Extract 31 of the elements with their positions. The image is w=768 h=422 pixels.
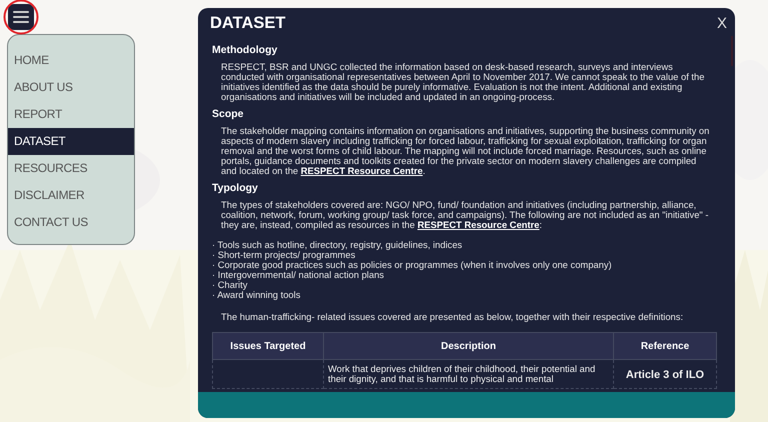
paragraph: The types of stakeholders covered are: NGO/ NPO, fund/ foundation and initiatives (including partnership, alliance, coalition, network, forum, working group/ task force, and campaigns). The following are not included as an "initiative" - they are, instead, compiled as resources in the RESPECT Resource Centre: — [221, 200, 710, 230]
list-item: · Short-term projects/ programmes — [212, 250, 356, 260]
paragraph: RESPECT, BSR and UNGC collected the information based on desk-based research, surveys and interviews conducted with organisational representatives between April to November 2017. We cannot speak to the value of the initiatives identified as the data should be purely informative. Evaluation is not the intent. Additional and existing organisations and initiatives will be included and updated in an ongoing-process. — [221, 62, 706, 102]
table-cell: Article 3 of ILO — [614, 360, 716, 388]
menu-button[interactable] — [8, 4, 34, 30]
menu-item[interactable]: RESOURCES — [8, 155, 134, 182]
list-item: · Tools such as hotline, directory, registry, guidelines, indices — [212, 240, 464, 250]
column-header: Description — [324, 332, 614, 360]
list-item: · Intergovernmental/ national action plans — [212, 270, 384, 280]
dialog-title: DATASET — [210, 14, 286, 32]
paragraph: The stakeholder mapping contains information on organisations and initiatives, supporting the business community on aspects of modern slavery including trafficking for forced labour, trafficking for sexual exploitation, trafficking for organ removal and the worst forms of child labour. The mapping will not include forced marriage. Resources, such as online portals, guidance documents and toolkits created for the private sector on modern slavery challenges are compiled and located on the RESPECT Resource Centre. — [221, 126, 710, 176]
column-header: Issues Targeted — [212, 332, 324, 360]
paragraph: The human-trafficking- related issues covered are presented as below, together with their respective definitions: — [221, 312, 684, 322]
menu-item[interactable]: CONTACT US — [8, 209, 134, 236]
section-heading: Typology — [212, 182, 259, 194]
menu-item[interactable]: ABOUT US — [8, 74, 134, 101]
menu-item[interactable]: REPORT — [8, 101, 134, 128]
menu-icon — [13, 11, 29, 23]
resource-centre-link[interactable]: RESPECT Resource Centre — [417, 219, 540, 230]
table-cell: Work that deprives children of their childhood, their potential and their dignity, and that is harmful to physical and mental — [324, 360, 614, 388]
list-item: · Corporate good practices such as policies or programmes (when it involves only one company) — [212, 260, 613, 270]
close-button[interactable]: X — [714, 14, 729, 32]
resource-centre-link[interactable]: RESPECT Resource Centre — [300, 165, 423, 176]
section-heading: Scope — [212, 108, 245, 120]
menu-item[interactable]: HOME — [8, 47, 134, 74]
menu-item[interactable]: DATASET — [8, 128, 134, 155]
section-heading: Methodology — [212, 44, 278, 56]
menu-item[interactable]: DISCLAIMER — [8, 182, 134, 209]
column-header: Reference — [614, 332, 716, 360]
list-item: · Award winning tools — [212, 290, 302, 300]
list-item: · Charity — [212, 280, 248, 290]
